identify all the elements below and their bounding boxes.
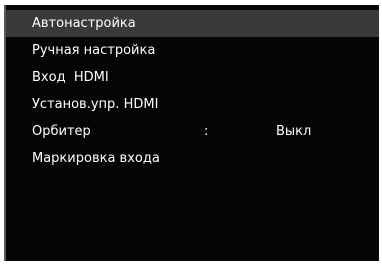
menu-item-label: Установ.упр. HDMI [32, 97, 159, 112]
settings-menu: Автонастройка Ручная настройка Вход HDMI… [6, 10, 379, 172]
osd-menu-panel: Автонастройка Ручная настройка Вход HDMI… [4, 5, 379, 261]
menu-item-separator: : [204, 124, 209, 139]
menu-item-label: Вход HDMI [32, 70, 109, 85]
menu-item-hdmi-input[interactable]: Вход HDMI [6, 64, 379, 91]
menu-item-manual-setup[interactable]: Ручная настройка [6, 37, 379, 64]
menu-item-label: Ручная настройка [32, 43, 156, 58]
menu-item-input-labeling[interactable]: Маркировка входа [6, 145, 379, 172]
menu-item-orbiter[interactable]: Орбитер : Выкл [6, 118, 379, 145]
menu-item-auto-setup[interactable]: Автонастройка [6, 10, 379, 37]
orbiter-value[interactable]: Выкл [276, 118, 311, 145]
menu-item-label: Орбитер [32, 124, 91, 139]
menu-item-label: Маркировка входа [32, 151, 160, 166]
menu-item-label: Автонастройка [32, 16, 136, 31]
menu-item-hdmi-control[interactable]: Установ.упр. HDMI [6, 91, 379, 118]
